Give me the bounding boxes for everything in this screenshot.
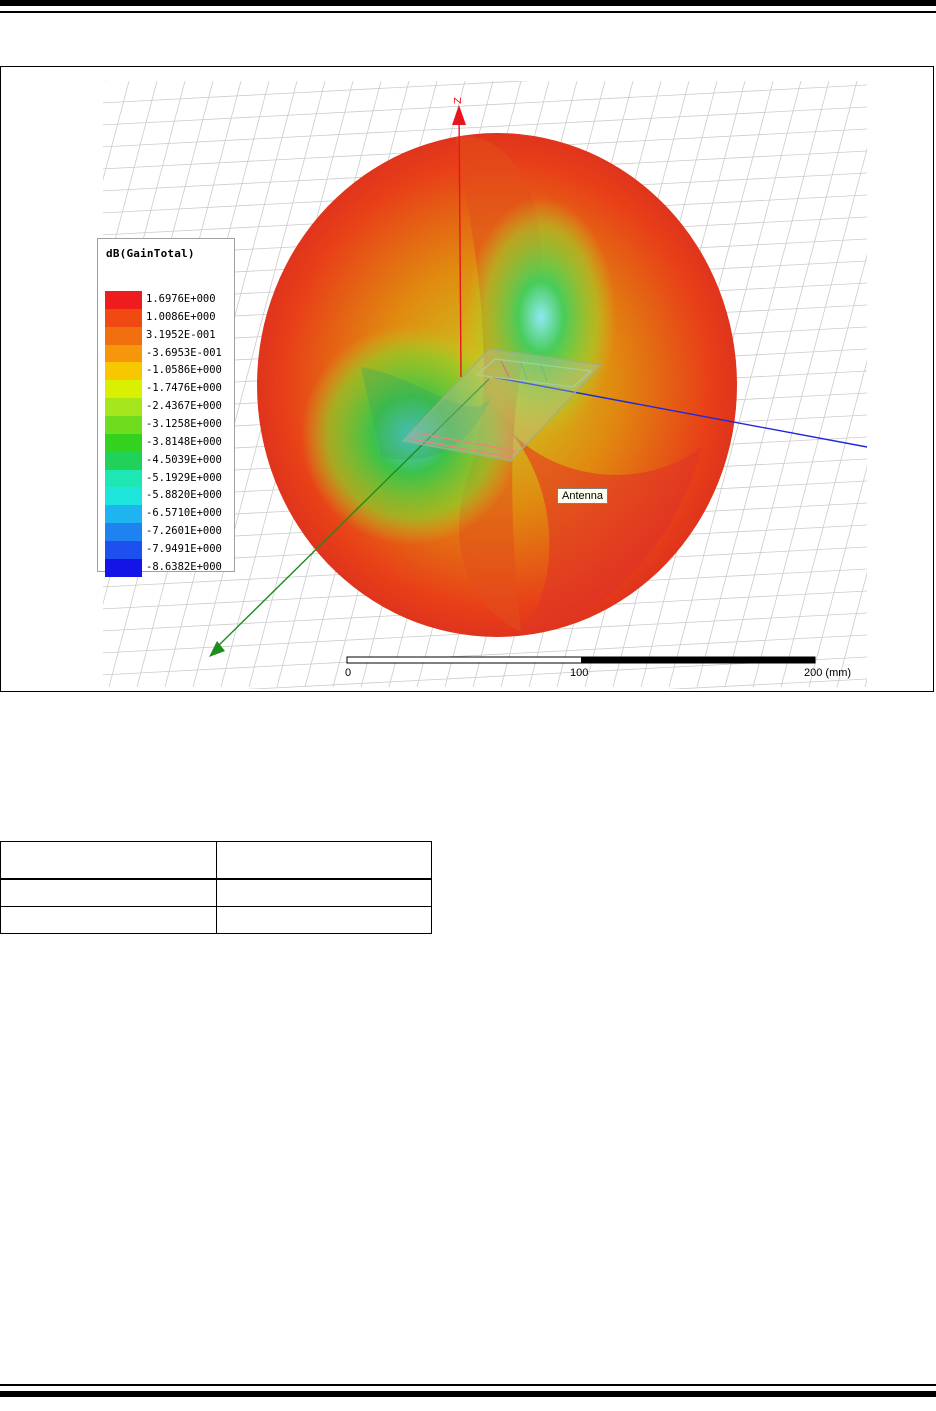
legend-row: -2.4367E+000 bbox=[105, 398, 231, 417]
legend-row: -4.5039E+000 bbox=[105, 451, 231, 470]
legend-row: -3.1258E+000 bbox=[105, 415, 231, 434]
table-row bbox=[0, 841, 432, 880]
table-cell bbox=[216, 841, 432, 880]
legend-row: -8.6382E+000 bbox=[105, 558, 231, 577]
table-cell bbox=[0, 906, 217, 934]
legend-swatch bbox=[105, 362, 142, 381]
legend-value: 1.6976E+000 bbox=[146, 293, 216, 305]
scale-label-end: 200 (mm) bbox=[804, 667, 852, 679]
legend-row: 3.1952E-001 bbox=[105, 326, 231, 345]
legend-row: -5.8820E+000 bbox=[105, 487, 231, 506]
legend-swatch bbox=[105, 469, 142, 488]
legend-swatch bbox=[105, 344, 142, 363]
legend-value: -5.8820E+000 bbox=[146, 489, 222, 502]
table-cell bbox=[0, 878, 217, 907]
legend-row: 1.0086E+000 bbox=[105, 308, 231, 327]
legend-title: dB(GainTotal) bbox=[106, 247, 195, 260]
legend-row: 1.6976E+000 bbox=[105, 291, 231, 309]
legend-swatch bbox=[105, 415, 142, 434]
legend-row: -1.7476E+000 bbox=[105, 380, 231, 399]
data-table bbox=[0, 841, 432, 934]
legend-swatch bbox=[105, 523, 142, 542]
table-cell bbox=[216, 906, 432, 934]
legend-value: -1.0586E+000 bbox=[146, 364, 222, 377]
scale-label-mid: 100 bbox=[570, 667, 589, 679]
legend-row: -1.0586E+000 bbox=[105, 362, 231, 381]
legend-row: -3.8148E+000 bbox=[105, 433, 231, 452]
legend-value: -3.6953E-001 bbox=[146, 346, 222, 359]
legend-value: -5.1929E+000 bbox=[146, 471, 222, 484]
legend-value: -6.5710E+000 bbox=[146, 507, 222, 520]
legend-value: -8.6382E+000 bbox=[146, 560, 222, 573]
gain-legend: dB(GainTotal) 1.6976E+000 1.0086E+000 3.19… bbox=[97, 238, 235, 577]
legend-value: -3.8148E+000 bbox=[146, 435, 222, 448]
table-cell bbox=[0, 841, 217, 880]
legend-value: -2.4367E+000 bbox=[146, 400, 222, 413]
legend-row: -7.2601E+000 bbox=[105, 523, 231, 542]
legend-value: -3.1258E+000 bbox=[146, 417, 222, 430]
table-row bbox=[0, 906, 432, 934]
legend-value: -7.9491E+000 bbox=[146, 542, 222, 555]
y-axis-arrow bbox=[209, 641, 225, 657]
legend-row: -5.1929E+000 bbox=[105, 469, 231, 488]
scale-label-start: 0 bbox=[345, 667, 352, 679]
legend-swatch bbox=[105, 308, 142, 327]
legend-swatch bbox=[105, 398, 142, 417]
legend-swatch bbox=[105, 505, 142, 524]
legend-swatch bbox=[105, 558, 142, 577]
legend-swatch bbox=[105, 451, 142, 470]
legend-row: -7.9491E+000 bbox=[105, 540, 231, 559]
legend-value: 3.1952E-001 bbox=[146, 328, 216, 341]
legend-swatch bbox=[105, 487, 142, 506]
legend-value: -1.7476E+000 bbox=[146, 382, 222, 395]
legend-swatch bbox=[105, 380, 142, 399]
header-rule-thin bbox=[0, 11, 936, 13]
legend-swatch bbox=[105, 326, 142, 345]
table-row bbox=[0, 878, 432, 907]
legend-swatch bbox=[105, 540, 142, 559]
z-axis-arrow bbox=[452, 105, 466, 125]
scale-bar bbox=[346, 656, 816, 664]
legend-row: -6.5710E+000 bbox=[105, 505, 231, 524]
table-cell bbox=[216, 878, 432, 907]
footer-rule-thin bbox=[0, 1384, 936, 1386]
legend-row: -3.6953E-001 bbox=[105, 344, 231, 363]
legend-value: -4.5039E+000 bbox=[146, 453, 222, 466]
legend-swatch bbox=[105, 433, 142, 452]
legend-swatch bbox=[105, 291, 142, 309]
legend-value: -7.2601E+000 bbox=[146, 525, 222, 538]
footer-rule-thick bbox=[0, 1391, 936, 1397]
legend-value: 1.0086E+000 bbox=[146, 310, 216, 323]
z-axis-label: Z bbox=[453, 97, 464, 104]
header-rule-thick bbox=[0, 0, 936, 6]
antenna-label: Antenna bbox=[557, 488, 608, 504]
radiation-pattern-figure: Z dB(GainTotal) 1.6976E+000 1.0086E+000 3.… bbox=[0, 66, 934, 692]
